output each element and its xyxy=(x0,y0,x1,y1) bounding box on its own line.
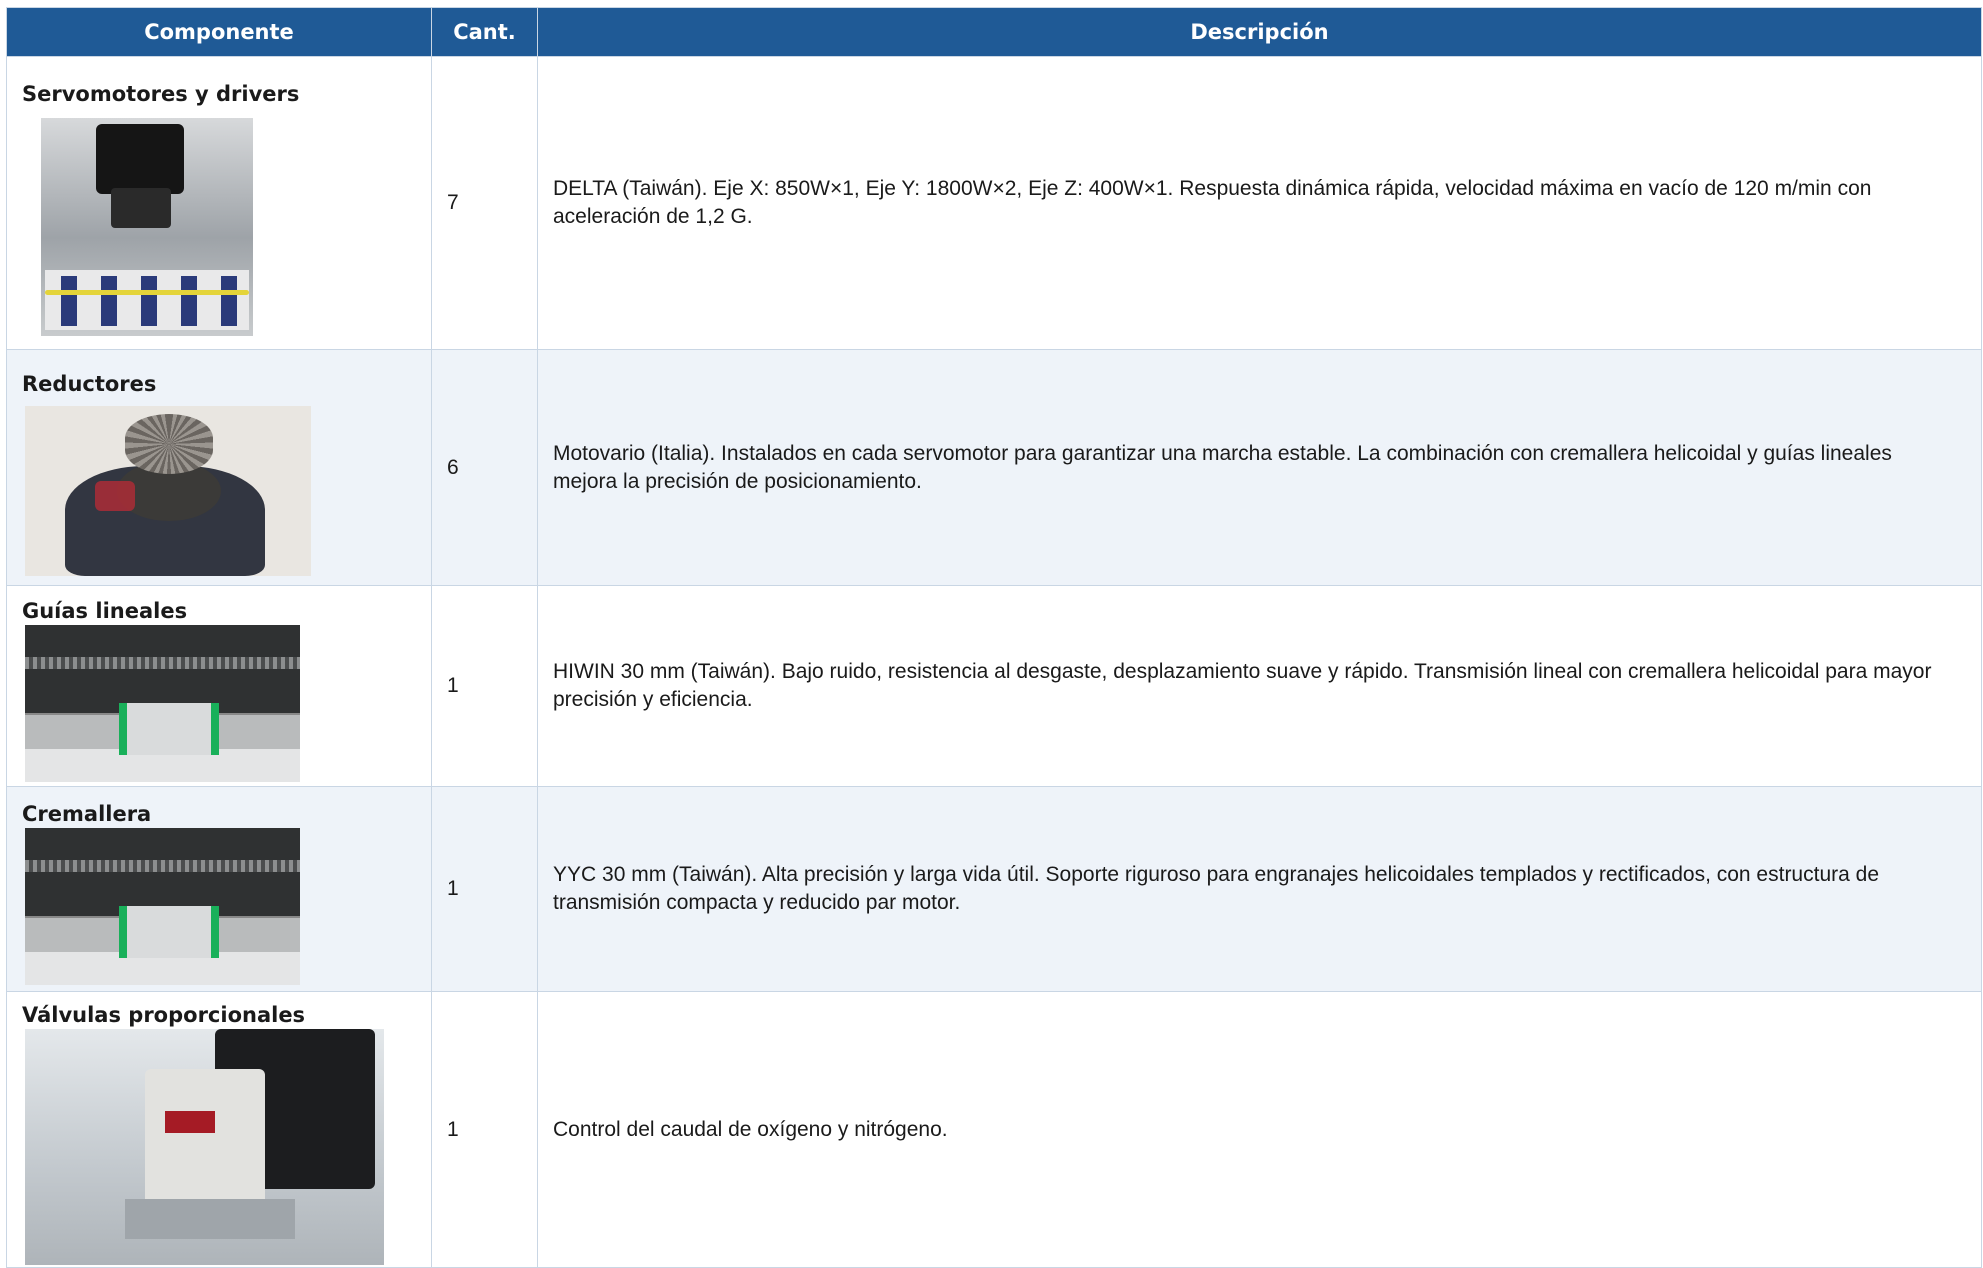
component-name: Cremallera xyxy=(22,801,152,826)
servomotor-photo xyxy=(41,118,253,336)
header-quantity: Cant. xyxy=(431,7,538,57)
component-cell: Válvulas proporcionales xyxy=(6,991,432,1268)
component-name: Reductores xyxy=(22,371,157,396)
component-cell: Guías lineales xyxy=(6,585,432,787)
valve-photo xyxy=(25,1028,384,1265)
reducer-photo xyxy=(25,405,311,576)
component-name: Servomotores y drivers xyxy=(22,82,300,106)
component-cell: Reductores xyxy=(6,349,432,586)
component-name: Válvulas proporcionales xyxy=(22,1002,306,1027)
components-table: Componente Cant. Descripción Servomotore… xyxy=(6,7,1982,1268)
description-cell: HIWIN 30 mm (Taiwán). Bajo ruido, resist… xyxy=(537,585,1982,787)
component-name: Guías lineales xyxy=(22,598,188,623)
table-row: Válvulas proporcionales 1 Control del ca… xyxy=(6,991,1982,1268)
description-cell: DELTA (Taiwán). Eje X: 850W×1, Eje Y: 18… xyxy=(537,56,1982,350)
quantity-cell: 1 xyxy=(431,786,538,992)
header-component: Componente xyxy=(6,7,432,57)
description-cell: Control del caudal de oxígeno y nitrógen… xyxy=(537,991,1982,1268)
component-cell: Cremallera xyxy=(6,786,432,992)
table-row: Servomotores y drivers 7 DELTA (Taiwán).… xyxy=(6,56,1982,350)
quantity-cell: 7 xyxy=(431,56,538,350)
header-description: Descripción xyxy=(537,7,1982,57)
table-row: Guías lineales 1 HIWIN 30 mm (Taiwán). B… xyxy=(6,585,1982,787)
description-cell: Motovario (Italia). Instalados en cada s… xyxy=(537,349,1982,586)
quantity-cell: 1 xyxy=(431,991,538,1268)
rack-photo xyxy=(25,827,300,985)
quantity-cell: 1 xyxy=(431,585,538,787)
header-row: Componente Cant. Descripción xyxy=(6,7,1982,57)
component-cell: Servomotores y drivers xyxy=(6,56,432,350)
table-row: Cremallera 1 YYC 30 mm (Taiwán). Alta pr… xyxy=(6,786,1982,992)
quantity-cell: 6 xyxy=(431,349,538,586)
description-cell: YYC 30 mm (Taiwán). Alta precisión y lar… xyxy=(537,786,1982,992)
table-row: Reductores 6 Motovario (Italia). Instala… xyxy=(6,349,1982,586)
linear-guide-photo xyxy=(25,624,300,782)
